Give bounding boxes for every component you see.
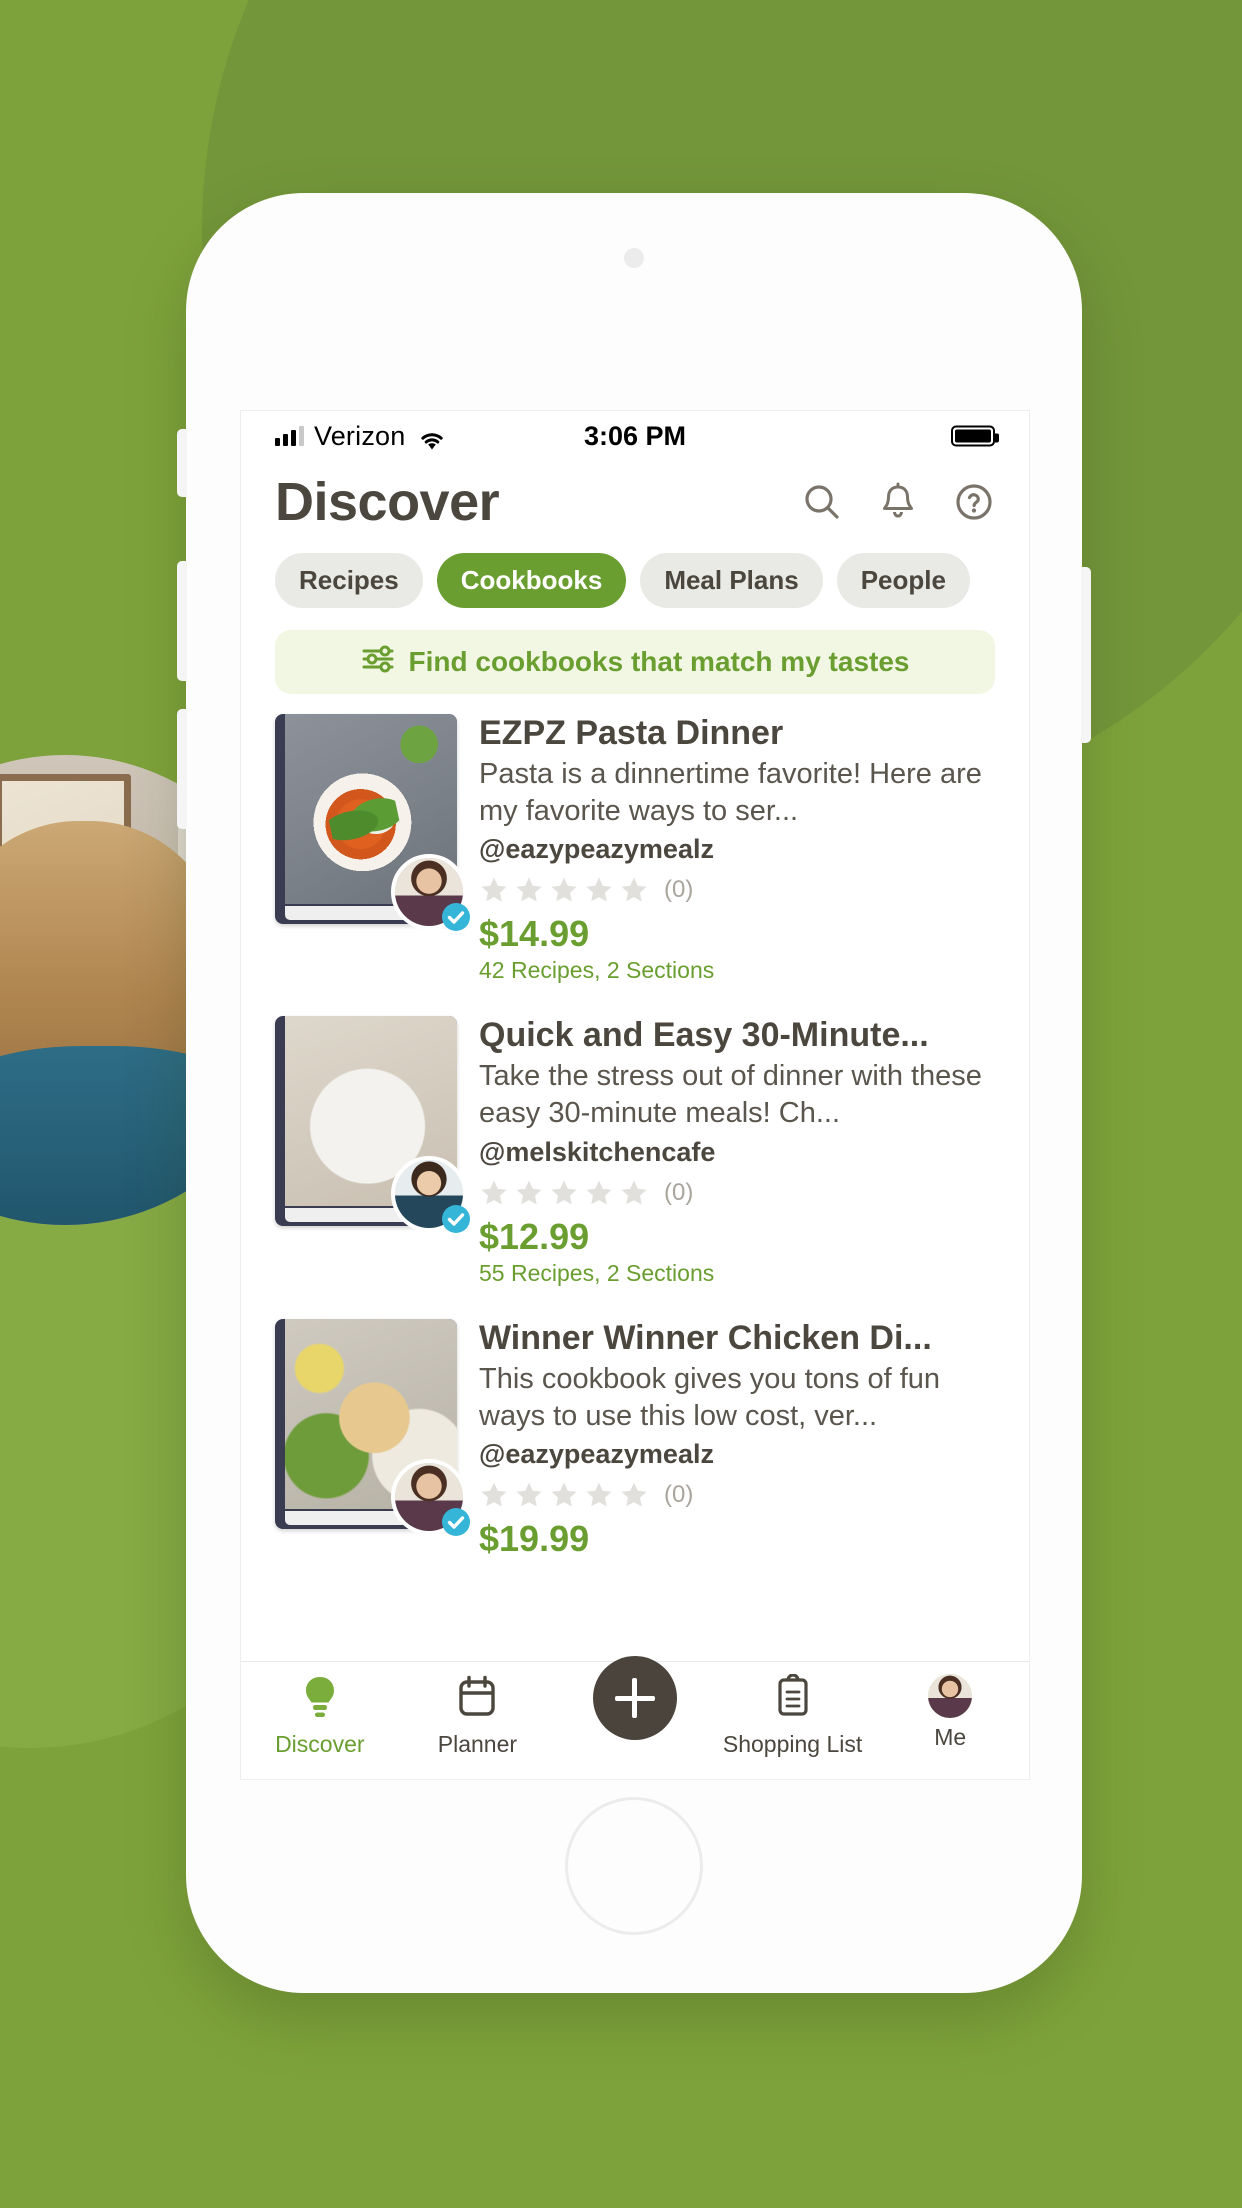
- star-icon: [584, 1480, 614, 1510]
- phone-volume-down-button[interactable]: [177, 709, 187, 829]
- rating-count: (0): [664, 1480, 694, 1508]
- rating-count: (0): [664, 1178, 694, 1206]
- rating: (0): [479, 1178, 995, 1208]
- cookbook-meta: 42 Recipes, 2 Sections: [479, 957, 715, 984]
- find-cookbooks-label: Find cookbooks that match my tastes: [408, 646, 910, 677]
- home-button[interactable]: [565, 1797, 703, 1935]
- nav-me-label: Me: [934, 1724, 967, 1750]
- calendar-icon: [455, 1674, 499, 1725]
- phone-volume-up-button[interactable]: [177, 561, 187, 681]
- list-item[interactable]: EZPZ Pasta Dinner Pasta is a dinnertime …: [241, 708, 1029, 984]
- phone-silent-switch[interactable]: [177, 429, 187, 497]
- cookbook-author: @eazypeazymealz: [479, 834, 714, 865]
- star-icon: [619, 1480, 649, 1510]
- phone-power-button[interactable]: [1081, 567, 1091, 743]
- clipboard-list-icon: [771, 1673, 815, 1725]
- nav-add-wrapper: [560, 1656, 710, 1740]
- star-icon: [479, 1178, 509, 1208]
- cookbook-title: EZPZ Pasta Dinner: [479, 714, 784, 752]
- star-icon: [549, 1178, 579, 1208]
- cookbook-price: $19.99: [479, 1517, 590, 1559]
- cookbook-price: $12.99: [479, 1215, 590, 1257]
- star-icon: [549, 875, 579, 905]
- carrier-label: Verizon: [314, 420, 406, 451]
- cookbook-description: Pasta is a dinnertime favorite! Here are…: [479, 758, 982, 828]
- category-tabs: Recipes Cookbooks Meal Plans People: [241, 537, 1029, 608]
- plus-icon[interactable]: [592, 1656, 677, 1740]
- cookbook-title: Winner Winner Chicken Di...: [479, 1318, 932, 1357]
- cookbook-cover-thumbnail[interactable]: [275, 1016, 470, 1234]
- nav-shopping-list-label: Shopping List: [722, 1731, 863, 1757]
- app-screen: Verizon 3:06 PM Discover Recipes Cookboo…: [240, 410, 1030, 1780]
- rating: (0): [479, 1480, 995, 1510]
- cookbook-list: EZPZ Pasta Dinner Pasta is a dinnertime …: [241, 708, 1029, 1560]
- tab-recipes[interactable]: Recipes: [275, 553, 423, 608]
- cookbook-description: Take the stress out of dinner with these…: [479, 1060, 982, 1130]
- status-time: 3:06 PM: [583, 420, 687, 451]
- header-actions: [801, 481, 995, 523]
- nav-discover[interactable]: Discover: [245, 1674, 395, 1758]
- find-cookbooks-banner[interactable]: Find cookbooks that match my tastes: [275, 630, 995, 694]
- search-icon[interactable]: [801, 481, 843, 523]
- battery-full-icon: [951, 425, 999, 447]
- user-avatar-icon: [928, 1674, 973, 1718]
- nav-planner-label: Planner: [437, 1731, 518, 1757]
- sliders-icon: [361, 644, 395, 681]
- nav-discover-label: Discover: [275, 1731, 365, 1757]
- star-icon: [619, 1178, 649, 1208]
- verified-badge-icon: [439, 900, 473, 934]
- star-icon: [584, 1178, 614, 1208]
- list-item[interactable]: Winner Winner Chicken Di... This cookboo…: [241, 1313, 1029, 1560]
- cookbook-cover-thumbnail[interactable]: [275, 1318, 470, 1536]
- wifi-icon: [419, 426, 445, 450]
- star-icon: [584, 875, 614, 905]
- rating-count: (0): [664, 876, 694, 904]
- star-icon: [514, 875, 544, 905]
- list-item[interactable]: Quick and Easy 30-Minute... Take the str…: [241, 1010, 1029, 1286]
- cookbook-description: This cookbook gives you tons of fun ways…: [479, 1362, 941, 1432]
- nav-shopping-list[interactable]: Shopping List: [718, 1673, 868, 1758]
- star-icon: [514, 1178, 544, 1208]
- nav-planner[interactable]: Planner: [402, 1674, 552, 1758]
- tab-cookbooks[interactable]: Cookbooks: [436, 553, 627, 608]
- star-icon: [619, 875, 649, 905]
- cellular-bars-icon: [275, 426, 304, 446]
- page-title: Discover: [275, 472, 500, 532]
- nav-me[interactable]: Me: [875, 1674, 1025, 1751]
- verified-badge-icon: [439, 1202, 473, 1236]
- rating: (0): [479, 875, 995, 905]
- cookbook-author: @eazypeazymealz: [479, 1438, 714, 1469]
- cookbook-price: $14.99: [479, 913, 590, 955]
- app-header: Discover: [241, 461, 1029, 537]
- cookbook-cover-thumbnail[interactable]: [275, 714, 470, 931]
- cookbook-title: Quick and Easy 30-Minute...: [479, 1016, 929, 1055]
- star-icon: [514, 1480, 544, 1510]
- phone-device-frame: Verizon 3:06 PM Discover Recipes Cookboo…: [177, 193, 1091, 1993]
- bell-icon[interactable]: [877, 481, 919, 523]
- help-circle-icon[interactable]: [953, 481, 995, 523]
- star-icon: [479, 1480, 509, 1510]
- star-icon: [549, 1480, 579, 1510]
- lightbulb-icon: [298, 1674, 342, 1725]
- bottom-navigation: Discover Planner Shopping List Me: [241, 1656, 1029, 1779]
- cookbook-meta: 55 Recipes, 2 Sections: [479, 1259, 715, 1286]
- status-bar: Verizon 3:06 PM: [241, 411, 1029, 461]
- verified-badge-icon: [439, 1505, 473, 1539]
- tab-meal-plans[interactable]: Meal Plans: [640, 553, 823, 608]
- front-camera-icon: [624, 248, 644, 268]
- star-icon: [479, 875, 509, 905]
- tab-people[interactable]: People: [836, 553, 970, 608]
- cookbook-author: @melskitchencafe: [479, 1136, 716, 1167]
